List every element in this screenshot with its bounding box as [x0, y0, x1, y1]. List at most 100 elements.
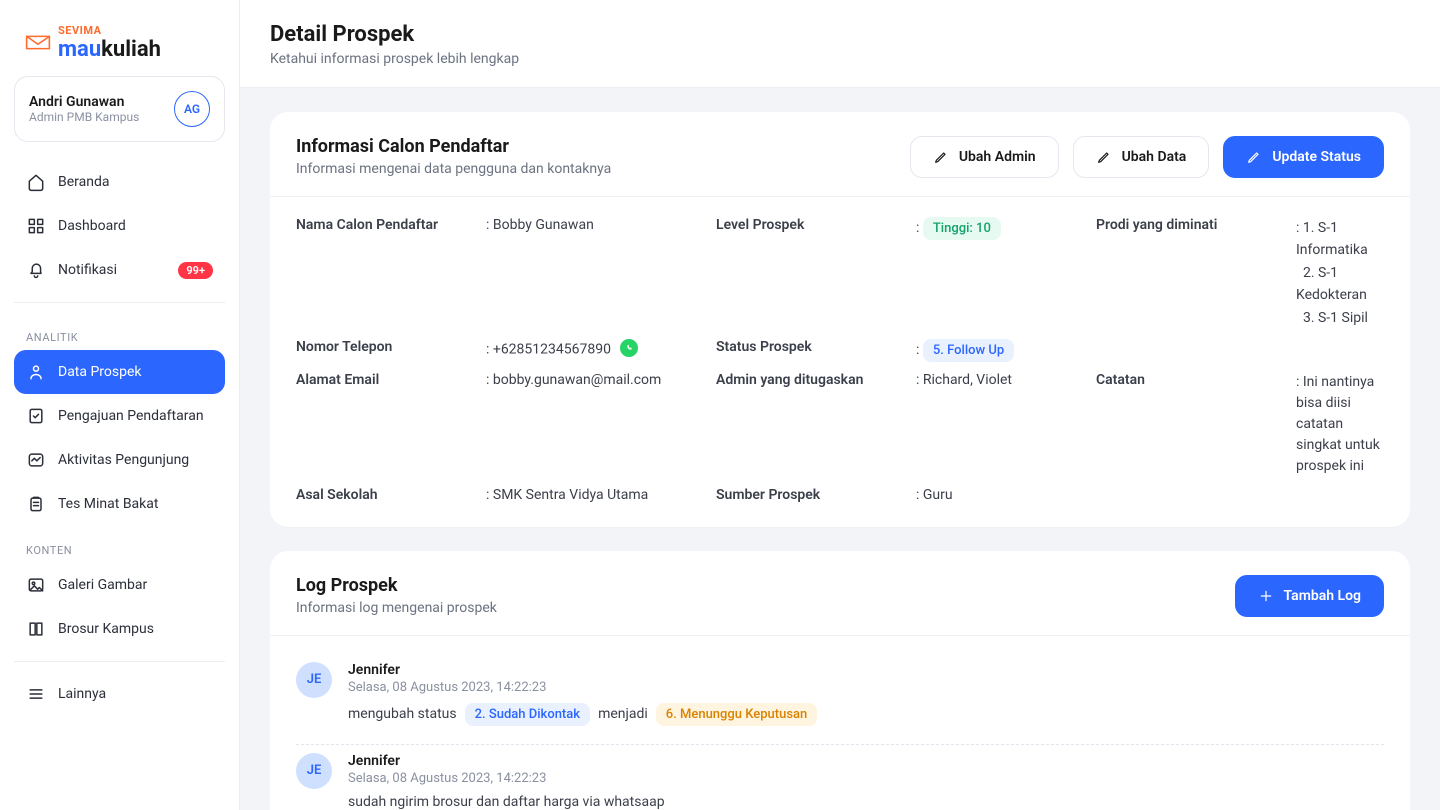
label-sekolah: Asal Sekolah [296, 487, 486, 503]
value-prodi: : 1. S-1 Informatika 2. S-1 Kedokteran 3… [1296, 217, 1384, 329]
main-header: Detail Prospek Ketahui informasi prospek… [240, 0, 1440, 88]
button-label: Tambah Log [1284, 588, 1361, 604]
label-email: Alamat Email [296, 372, 486, 388]
sidebar-item-dashboard[interactable]: Dashboard [14, 204, 225, 248]
user-role: Admin PMB Kampus [29, 110, 139, 124]
value-telp: : +62851234567890 [486, 339, 716, 358]
label-level: Level Prospek [716, 217, 916, 233]
info-card: Informasi Calon Pendaftar Informasi meng… [270, 112, 1410, 527]
pencil-icon [1096, 149, 1112, 165]
value-status: : 5. Follow Up [916, 339, 1096, 362]
bell-icon [26, 260, 46, 280]
log-item: JE Jennifer Selasa, 08 Agustus 2023, 14:… [296, 654, 1384, 745]
label-telp: Nomor Telepon [296, 339, 486, 355]
book-icon [26, 619, 46, 639]
log-author: Jennifer [348, 753, 665, 769]
sidebar-item-label: Notifikasi [58, 262, 117, 278]
sidebar-item-label: Tes Minat Bakat [58, 496, 158, 512]
plus-icon [1258, 588, 1274, 604]
log-time: Selasa, 08 Agustus 2023, 14:22:23 [348, 771, 665, 786]
section-analitik: ANALITIK [14, 313, 225, 350]
sidebar-item-more[interactable]: Lainnya [14, 672, 225, 716]
sidebar-item-aktivitas[interactable]: Aktivitas Pengunjung [14, 438, 225, 482]
grid-icon [26, 216, 46, 236]
log-time: Selasa, 08 Agustus 2023, 14:22:23 [348, 680, 817, 695]
button-label: Ubah Admin [959, 149, 1036, 165]
brand-logo[interactable]: SEVIMA maukuliah [14, 18, 225, 76]
sidebar-item-label: Beranda [58, 174, 109, 190]
activity-icon [26, 450, 46, 470]
section-konten: KONTEN [14, 526, 225, 563]
log-avatar: JE [296, 753, 332, 789]
value-level: : Tinggi: 10 [916, 217, 1096, 240]
ubah-data-button[interactable]: Ubah Data [1073, 136, 1210, 178]
status-pill-to: 6. Menunggu Keputusan [656, 703, 818, 726]
label-prodi: Prodi yang diminati [1096, 217, 1296, 233]
sidebar-item-notifikasi[interactable]: Notifikasi 99+ [14, 248, 225, 292]
log-message: mengubah status 2. Sudah Dikontak menjad… [348, 703, 817, 726]
status-pill: 5. Follow Up [923, 339, 1014, 362]
sidebar-item-label: Aktivitas Pengunjung [58, 452, 189, 468]
button-label: Ubah Data [1122, 149, 1187, 165]
status-pill-from: 2. Sudah Dikontak [465, 703, 590, 726]
info-card-sub: Informasi mengenai data pengguna dan kon… [296, 161, 611, 177]
log-card-sub: Informasi log mengenai prospek [296, 600, 497, 616]
document-check-icon [26, 406, 46, 426]
log-card-title: Log Prospek [296, 575, 497, 596]
sidebar-item-label: Data Prospek [58, 364, 142, 380]
sidebar-item-data-prospek[interactable]: Data Prospek [14, 350, 225, 394]
ubah-admin-button[interactable]: Ubah Admin [910, 136, 1059, 178]
sidebar-item-label: Pengajuan Pendaftaran [58, 408, 204, 424]
notif-badge: 99+ [178, 262, 213, 279]
log-author: Jennifer [348, 662, 817, 678]
log-card: Log Prospek Informasi log mengenai prosp… [270, 551, 1410, 810]
sidebar-item-beranda[interactable]: Beranda [14, 160, 225, 204]
main-content: Detail Prospek Ketahui informasi prospek… [240, 0, 1440, 810]
log-message: sudah ngirim brosur dan daftar harga via… [348, 794, 665, 810]
label-admin: Admin yang ditugaskan [716, 372, 916, 388]
info-card-title: Informasi Calon Pendaftar [296, 136, 611, 157]
user-avatar: AG [174, 91, 210, 127]
sidebar-item-label: Lainnya [58, 686, 106, 702]
log-avatar: JE [296, 662, 332, 698]
value-nama: : Bobby Gunawan [486, 217, 716, 233]
label-catatan: Catatan [1096, 372, 1296, 388]
sidebar-item-galeri[interactable]: Galeri Gambar [14, 563, 225, 607]
image-icon [26, 575, 46, 595]
label-status: Status Prospek [716, 339, 916, 355]
sidebar-item-label: Galeri Gambar [58, 577, 147, 593]
value-admin: : Richard, Violet [916, 372, 1096, 388]
sidebar-item-label: Dashboard [58, 218, 126, 234]
brand-tag: SEVIMA [58, 24, 161, 37]
page-title: Detail Prospek [270, 22, 1410, 47]
pencil-icon [933, 149, 949, 165]
menu-icon [26, 684, 46, 704]
envelope-icon [24, 32, 52, 54]
user-name: Andri Gunawan [29, 94, 139, 110]
sidebar-item-label: Brosur Kampus [58, 621, 154, 637]
page-subtitle: Ketahui informasi prospek lebih lengkap [270, 51, 1410, 67]
add-log-button[interactable]: Tambah Log [1235, 575, 1384, 617]
value-catatan: : Ini nantinya bisa diisi catatan singka… [1296, 372, 1384, 477]
button-label: Update Status [1272, 149, 1361, 165]
value-email: : bobby.gunawan@mail.com [486, 372, 716, 388]
brand-name: maukuliah [58, 37, 161, 62]
label-sumber: Sumber Prospek [716, 487, 916, 503]
value-sekolah: : SMK Sentra Vidya Utama [486, 487, 716, 503]
pencil-icon [1246, 149, 1262, 165]
sidebar: SEVIMA maukuliah Andri Gunawan Admin PMB… [0, 0, 240, 810]
sidebar-item-brosur[interactable]: Brosur Kampus [14, 607, 225, 651]
sidebar-item-tes[interactable]: Tes Minat Bakat [14, 482, 225, 526]
user-card[interactable]: Andri Gunawan Admin PMB Kampus AG [14, 76, 225, 142]
update-status-button[interactable]: Update Status [1223, 136, 1384, 178]
whatsapp-icon[interactable] [620, 339, 638, 357]
sidebar-item-pengajuan[interactable]: Pengajuan Pendaftaran [14, 394, 225, 438]
value-sumber: : Guru [916, 487, 1096, 503]
log-item: JE Jennifer Selasa, 08 Agustus 2023, 14:… [296, 745, 1384, 810]
label-nama: Nama Calon Pendaftar [296, 217, 486, 233]
person-icon [26, 362, 46, 382]
level-pill: Tinggi: 10 [923, 217, 1001, 240]
info-grid: Nama Calon Pendaftar : Bobby Gunawan Lev… [270, 197, 1410, 527]
clipboard-icon [26, 494, 46, 514]
home-icon [26, 172, 46, 192]
